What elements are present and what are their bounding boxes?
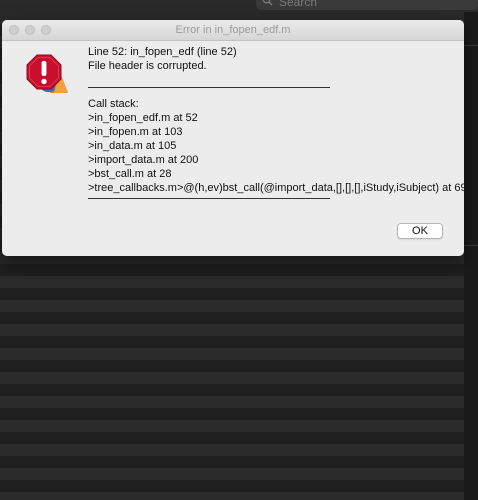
- call-stack-entry: >tree_callbacks.m>@(h,ev)bst_call(@impor…: [88, 182, 464, 194]
- background-side-panel: [464, 12, 478, 500]
- error-dialog: Error in in_fopen_edf.m Line 52: in_fope…: [2, 20, 464, 256]
- separator-line: [88, 87, 330, 88]
- side-panel-divider: [464, 245, 478, 246]
- separator-line: [88, 198, 330, 199]
- dialog-title: Error in in_fopen_edf.m: [175, 24, 291, 36]
- call-stack-entry: >in_fopen_edf.m at 52: [88, 112, 198, 124]
- error-warning-icon: [24, 53, 70, 97]
- call-stack-entry: >bst_call.m at 28: [88, 168, 172, 180]
- error-line-location: Line 52: in_fopen_edf (line 52): [88, 46, 237, 58]
- error-message: Line 52: in_fopen_edf (line 52) File hea…: [88, 45, 464, 202]
- search-icon: [262, 0, 273, 10]
- search-placeholder: Search: [279, 0, 318, 9]
- search-field[interactable]: Search: [256, 0, 478, 10]
- call-stack-entry: >in_fopen.m at 103: [88, 126, 183, 138]
- dialog-titlebar[interactable]: Error in in_fopen_edf.m: [2, 20, 464, 41]
- call-stack-label: Call stack:: [88, 98, 139, 110]
- side-panel-divider: [464, 45, 478, 46]
- error-description: File header is corrupted.: [88, 60, 207, 72]
- call-stack-entry: >import_data.m at 200: [88, 154, 199, 166]
- ok-button[interactable]: OK: [397, 223, 443, 239]
- call-stack-entry: >in_data.m at 105: [88, 140, 177, 152]
